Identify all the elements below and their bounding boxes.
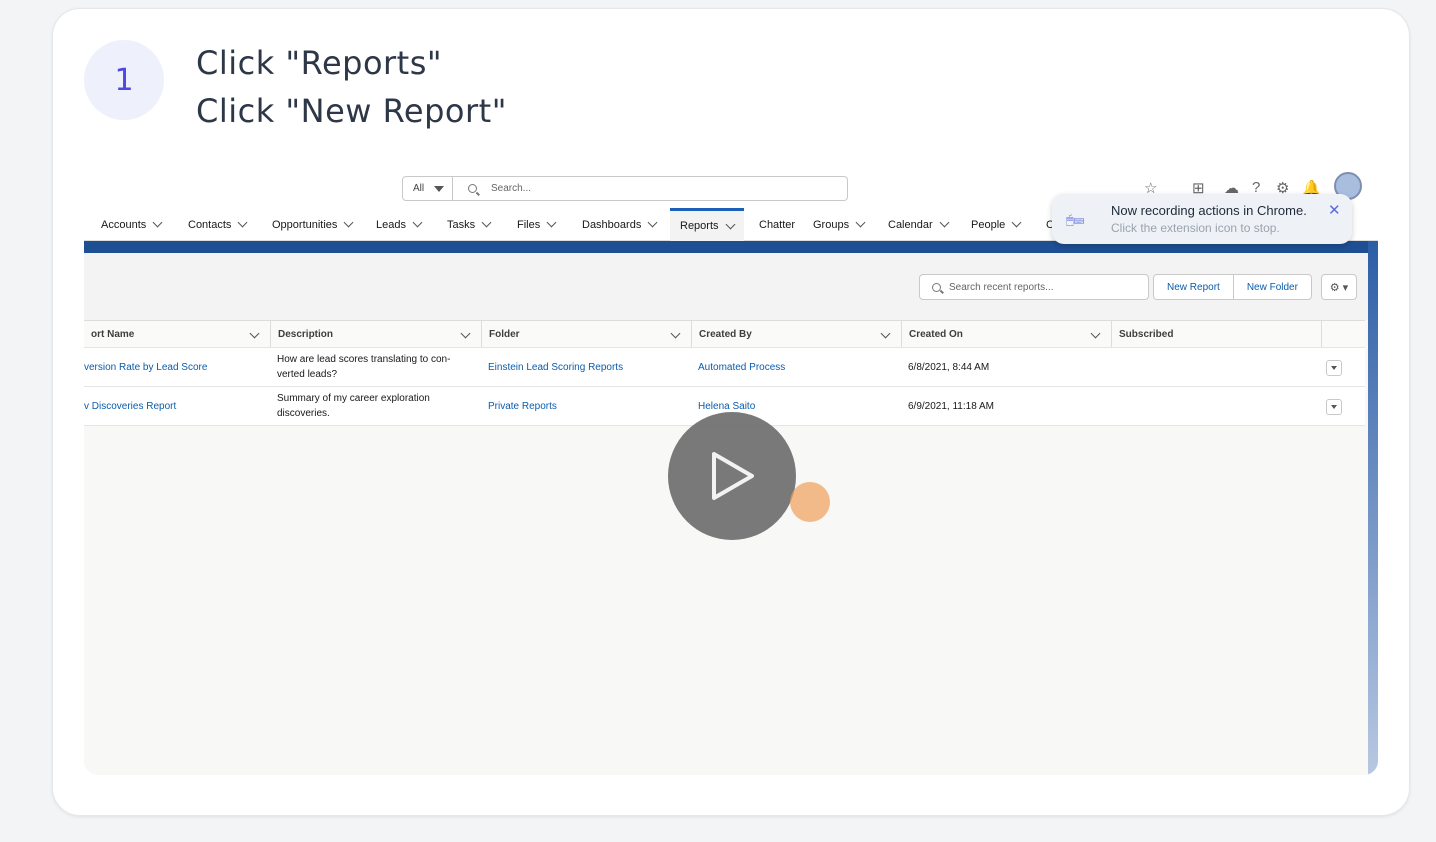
column-header-subscribed[interactable]: Subscribed (1111, 321, 1321, 347)
chevron-down-icon[interactable] (725, 219, 735, 229)
dropdown-caret-icon (1331, 405, 1337, 409)
created-by-link[interactable]: Automated Process (691, 348, 901, 386)
column-header-description[interactable]: Description (270, 321, 481, 347)
chevron-down-icon[interactable] (460, 328, 471, 339)
chevron-down-icon[interactable] (880, 328, 891, 339)
click-position-marker (790, 482, 830, 522)
nav-tab-label: Tasks (447, 218, 476, 231)
nav-tab-label: Reports (680, 220, 719, 232)
column-header-actions (1321, 321, 1365, 347)
column-header-label: Created On (909, 328, 963, 340)
chevron-down-icon[interactable] (152, 217, 163, 228)
nav-tab-label: People (971, 218, 1006, 231)
step-number: 1 (114, 62, 134, 98)
column-header-created-by[interactable]: Created By (691, 321, 901, 347)
list-settings-gear-icon[interactable]: ⚙ ▾ (1321, 274, 1357, 300)
nav-tab-label: Opportunities (272, 218, 338, 231)
global-search-input[interactable]: Search... (452, 176, 848, 201)
chevron-down-icon[interactable] (343, 217, 354, 228)
column-header-label: Subscribed (1119, 328, 1174, 340)
close-icon[interactable]: ✕ (1328, 201, 1341, 219)
created-on: 6/8/2021, 8:44 AM (908, 361, 990, 373)
chevron-down-icon[interactable] (939, 217, 950, 228)
nav-tab-contacts[interactable]: Contacts (188, 208, 248, 241)
nav-tab-reports[interactable]: Reports (670, 208, 744, 241)
step-instruction-1: Click "Reports" (196, 44, 443, 82)
reports-table: ort Name Description Folder Created By C… (84, 320, 1365, 426)
nav-tab-opportunities[interactable]: Opportunities (272, 208, 354, 241)
nav-tab-chatter[interactable]: Chatter (759, 208, 795, 241)
report-name-link[interactable]: v Discoveries Report (84, 387, 270, 425)
play-button[interactable] (668, 412, 796, 540)
nav-tab-calendar[interactable]: Calendar (888, 208, 950, 241)
report-folder-link[interactable]: Einstein Lead Scoring Reports (481, 348, 691, 386)
nav-tab-dashboards[interactable]: Dashboards (582, 208, 658, 241)
report-folder-link[interactable]: Private Reports (481, 387, 691, 425)
nav-tab-label: Contacts (188, 218, 232, 231)
search-recent-reports-input[interactable]: Search recent reports... (919, 274, 1149, 300)
global-search-placeholder: Search... (491, 183, 532, 194)
nav-tab-label: Chatter (759, 218, 796, 231)
dropdown-caret-icon (1331, 366, 1337, 370)
chevron-down-icon[interactable] (412, 217, 423, 228)
column-header-label: Folder (489, 328, 520, 340)
chevron-down-icon[interactable] (1090, 328, 1101, 339)
nav-tab-label: Dashboards (582, 218, 642, 231)
column-header-report-name[interactable]: ort Name (84, 321, 270, 347)
chevron-down-icon[interactable] (647, 217, 658, 228)
nav-tab-label: Calendar (888, 218, 933, 231)
table-header-row: ort Name Description Folder Created By C… (84, 320, 1365, 348)
chevron-down-icon[interactable] (1011, 217, 1022, 228)
recorded-screenshot: All Search... ☆ ⊞ ☁ ? ⚙ 🔔 Accounts Conta… (84, 168, 1378, 775)
nav-tab-label: Leads (376, 218, 406, 231)
nav-tab-label: Accounts (101, 218, 147, 231)
mouse-keyboard-icon: 🖱⌨ (1066, 212, 1085, 227)
chevron-down-icon[interactable] (481, 217, 492, 228)
list-actions-group: New Report New Folder (1153, 274, 1312, 300)
nav-tab-people[interactable]: People (971, 208, 1022, 241)
report-description: How are lead scores translating to con-v… (277, 354, 451, 380)
toast-subtitle: Click the extension icon to stop. (1111, 221, 1280, 235)
row-actions-button[interactable] (1326, 360, 1342, 376)
chevron-down-icon[interactable] (855, 217, 866, 228)
toast-title: Now recording actions in Chrome. (1111, 203, 1307, 218)
column-header-created-on[interactable]: Created On (901, 321, 1111, 347)
recording-toast: 🖱⌨ Now recording actions in Chrome. Clic… (1052, 194, 1352, 244)
play-icon (712, 452, 754, 500)
nav-tab-accounts[interactable]: Accounts (101, 208, 163, 241)
nav-tab-tasks[interactable]: Tasks (447, 208, 492, 241)
search-icon (468, 184, 477, 193)
chevron-down-icon[interactable] (249, 328, 260, 339)
step-instruction-2: Click "New Report" (196, 92, 507, 130)
step-number-badge: 1 (84, 40, 164, 120)
subscribed (1111, 387, 1321, 425)
table-row: version Rate by Lead Score How are lead … (84, 348, 1365, 387)
search-recent-reports-placeholder: Search recent reports... (949, 281, 1054, 293)
chevron-down-icon[interactable] (546, 217, 557, 228)
brand-band-edge (1368, 241, 1378, 775)
dropdown-caret-icon (434, 185, 445, 192)
column-header-label: Description (278, 328, 334, 340)
nav-tab-groups[interactable]: Groups (813, 208, 866, 241)
search-icon (932, 282, 941, 292)
new-report-button[interactable]: New Report (1154, 275, 1233, 299)
report-description: Summary of my career exploration discove… (277, 393, 430, 419)
chevron-down-icon[interactable] (670, 328, 681, 339)
list-view-header: Search recent reports... New Report New … (84, 253, 1368, 320)
subscribed (1111, 348, 1321, 386)
nav-tab-label: Groups (813, 218, 850, 231)
row-actions-button[interactable] (1326, 399, 1342, 415)
column-header-label: ort Name (91, 328, 135, 340)
search-scope-label: All (413, 183, 425, 194)
report-name-link[interactable]: version Rate by Lead Score (84, 348, 270, 386)
new-folder-button[interactable]: New Folder (1232, 275, 1311, 299)
column-header-label: Created By (699, 328, 752, 340)
created-on: 6/9/2021, 11:18 AM (908, 400, 994, 412)
nav-tab-label: Files (517, 218, 541, 231)
column-header-folder[interactable]: Folder (481, 321, 691, 347)
search-scope-select[interactable]: All (402, 176, 453, 201)
nav-tab-files[interactable]: Files (517, 208, 557, 241)
chevron-down-icon[interactable] (237, 217, 248, 228)
nav-tab-leads[interactable]: Leads (376, 208, 423, 241)
